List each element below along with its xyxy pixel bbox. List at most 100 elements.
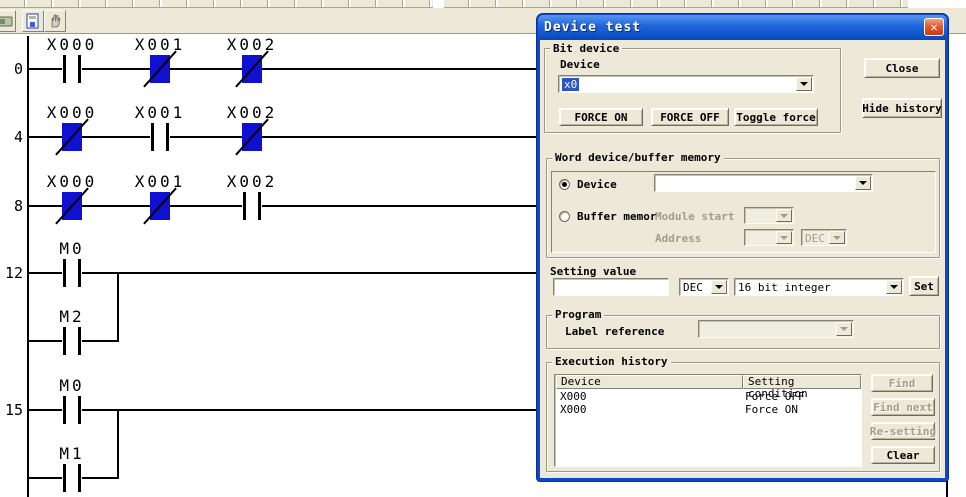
close-button[interactable]: Close <box>864 58 940 78</box>
contact-x001-forced[interactable] <box>150 192 170 220</box>
address-dec-combobox: DEC <box>801 229 847 246</box>
module-start-combobox <box>744 207 794 224</box>
contact-label-x000: X000 <box>34 37 110 53</box>
branch-vertical-12 <box>117 272 119 342</box>
contact-x001[interactable] <box>150 123 170 151</box>
contact-label-m0: M0 <box>34 241 110 257</box>
contact-bar <box>243 192 246 220</box>
row-device: X000 <box>560 390 587 403</box>
setting-format-combobox[interactable]: 16 bit integer <box>734 278 904 296</box>
row-setting-condition: Force OFF <box>745 390 805 403</box>
module-start-label: Module start <box>655 210 734 223</box>
address-combobox <box>744 229 794 246</box>
hide-history-button[interactable]: Hide history <box>862 98 942 118</box>
contact-bar <box>151 123 154 151</box>
force-off-button[interactable]: FORCE OFF <box>651 108 729 126</box>
chevron-down-icon[interactable] <box>886 280 902 294</box>
setting-value-input[interactable] <box>553 278 669 296</box>
contact-x000-forced[interactable] <box>62 123 82 151</box>
rung-number-0: 0 <box>0 60 23 78</box>
contact-bar <box>63 327 66 355</box>
contact-label-m2: M2 <box>34 309 110 325</box>
execution-history-table[interactable]: Device Setting condition X000Force OFFX0… <box>554 374 862 467</box>
force-on-button[interactable]: FORCE ON <box>559 108 643 126</box>
set-button[interactable]: Set <box>909 276 939 296</box>
bit-device-legend: Bit device <box>550 42 622 55</box>
contact-m1[interactable] <box>62 464 82 492</box>
contact-bar <box>78 396 81 424</box>
rung-number-15: 15 <box>0 401 23 419</box>
resetting-button[interactable]: Re-setting <box>871 422 935 440</box>
table-row[interactable]: X000 Force OFF <box>556 390 860 403</box>
chevron-down-icon <box>776 231 792 244</box>
word-device-device-radio-label: Device <box>577 178 617 191</box>
contact-bar <box>258 192 261 220</box>
setting-format-value: 16 bit integer <box>738 281 831 294</box>
find-button[interactable]: Find <box>871 374 933 392</box>
dialog-titlebar[interactable]: Device test <box>538 15 947 40</box>
contact-bar <box>78 464 81 492</box>
contact-m0[interactable] <box>62 396 82 424</box>
branch-vertical-15 <box>117 409 119 479</box>
contact-label-m0: M0 <box>34 378 110 394</box>
table-row[interactable]: X000 Force ON <box>556 403 860 416</box>
bit-device-device-label: Device <box>560 58 600 71</box>
chevron-down-icon[interactable] <box>711 280 727 294</box>
chevron-down-icon[interactable] <box>796 77 812 91</box>
contact-bar <box>78 55 81 83</box>
contact-label-x000: X000 <box>34 105 110 121</box>
bit-device-value: x0 <box>562 78 579 91</box>
contact-x001-forced[interactable] <box>150 55 170 83</box>
setting-dec-value: DEC <box>683 281 703 294</box>
contact-x002-forced[interactable] <box>242 123 262 151</box>
rung-number-12: 12 <box>0 264 23 282</box>
program-legend: Program <box>552 308 604 321</box>
contact-label-x000: X000 <box>34 174 110 190</box>
contact-bar <box>63 55 66 83</box>
rung-number-4: 4 <box>0 128 23 146</box>
contact-bar <box>63 259 66 287</box>
contact-label-x001: X001 <box>122 37 198 53</box>
clear-button[interactable]: Clear <box>871 446 935 464</box>
contact-label-x001: X001 <box>122 174 198 190</box>
word-device-device-radio[interactable] <box>559 179 570 190</box>
address-dec-value: DEC <box>805 232 825 245</box>
chevron-down-icon[interactable] <box>855 176 871 190</box>
word-device-combobox[interactable] <box>654 174 873 192</box>
close-icon[interactable]: ✕ <box>924 18 944 36</box>
rung-number-8: 8 <box>0 197 23 215</box>
column-header-device[interactable]: Device <box>556 375 743 389</box>
contact-m0[interactable] <box>62 259 82 287</box>
toggle-force-button[interactable]: Toggle force <box>734 108 818 126</box>
contact-bar <box>78 259 81 287</box>
bit-device-combobox[interactable]: x0 <box>558 75 814 93</box>
address-label: Address <box>655 232 701 245</box>
contact-x000-forced[interactable] <box>62 192 82 220</box>
label-reference-label: Label reference <box>565 325 664 338</box>
contact-label-x002: X002 <box>214 105 290 121</box>
dialog-title: Device test <box>538 20 641 35</box>
contact-label-m1: M1 <box>34 446 110 462</box>
contact-label-x002: X002 <box>214 174 290 190</box>
contact-bar <box>63 464 66 492</box>
execution-history-rows: X000 Force OFF X000 Force ON <box>556 390 860 465</box>
app-window: 0X000X001X0024X000X001X0028X000X001X0021… <box>0 0 966 497</box>
buffer-memory-radio[interactable] <box>559 211 570 222</box>
row-device: X000 <box>560 403 587 416</box>
contact-x002[interactable] <box>242 192 262 220</box>
execution-history-legend: Execution history <box>552 355 671 368</box>
column-header-setting-condition[interactable]: Setting condition <box>743 375 861 389</box>
contact-x002-forced[interactable] <box>242 55 262 83</box>
contact-bar <box>166 123 169 151</box>
row-setting-condition: Force ON <box>745 403 798 416</box>
contact-m2[interactable] <box>62 327 82 355</box>
contact-x000[interactable] <box>62 55 82 83</box>
label-reference-combobox <box>698 320 854 338</box>
chevron-down-icon <box>829 231 845 244</box>
find-next-button[interactable]: Find next <box>871 398 935 416</box>
setting-dec-combobox[interactable]: DEC <box>679 278 729 296</box>
device-test-dialog: Device test ✕ Bit device Device x0 FORCE… <box>537 14 948 481</box>
contact-label-x002: X002 <box>214 37 290 53</box>
buffer-memory-radio-label: Buffer memor <box>577 210 656 223</box>
left-power-rail <box>27 36 29 497</box>
